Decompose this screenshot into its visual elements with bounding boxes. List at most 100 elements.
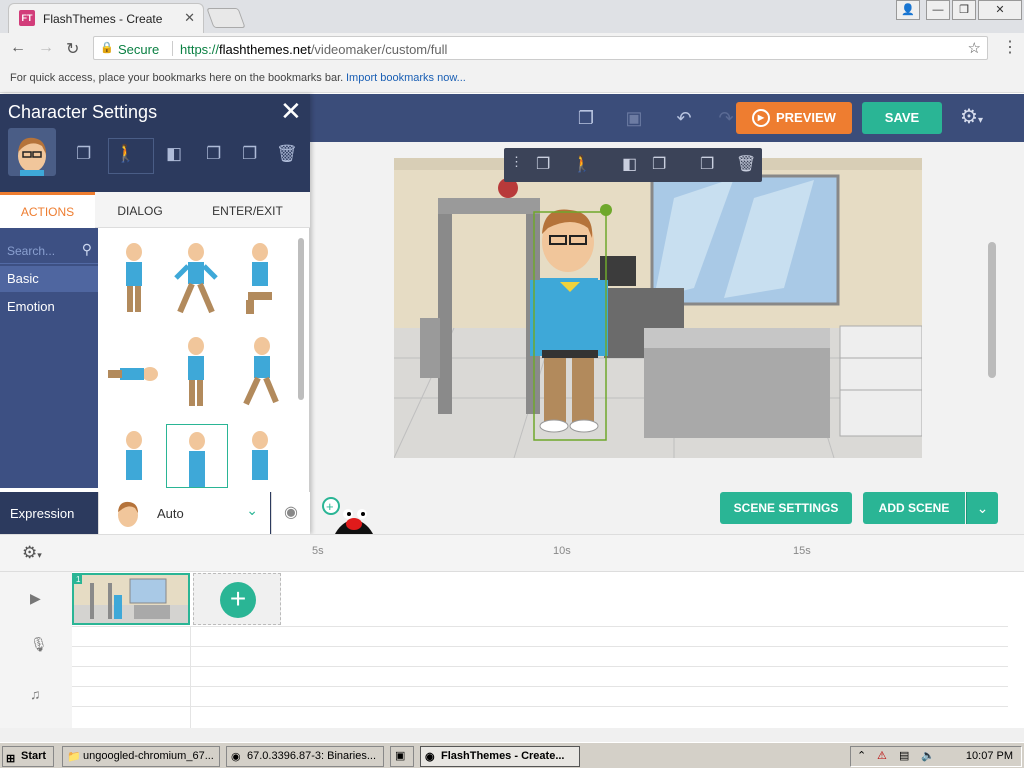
taskbar-label: FlashThemes - Create... — [441, 750, 565, 762]
category-list: Search... ⚲ Basic Emotion — [0, 228, 98, 488]
restore-icon[interactable]: ❐ — [952, 0, 976, 20]
chevron-down-icon[interactable]: ⌄ — [966, 492, 998, 524]
start-button[interactable]: ⊞ Start — [2, 746, 54, 767]
folder-icon: 📁 — [67, 751, 81, 763]
copy-icon[interactable]: ❐ — [206, 144, 221, 164]
scene-number: 1 — [74, 575, 83, 584]
action-thumbnail[interactable] — [232, 332, 288, 412]
scene-thumbnail[interactable]: 1 — [72, 573, 190, 625]
reload-icon[interactable]: ↻ — [66, 39, 79, 59]
bookmark-star-icon[interactable]: ☆ — [968, 39, 981, 57]
swap-character-icon[interactable]: ❐ — [76, 144, 91, 164]
url-text: https://flashthemes.net/videomaker/custo… — [180, 42, 447, 57]
settings-gear-icon[interactable]: ⚙▾ — [960, 104, 983, 129]
menu-icon[interactable]: ⋮ — [1002, 37, 1018, 57]
url-host: flashthemes.net — [219, 42, 311, 57]
bookmarks-bar: For quick access, place your bookmarks h… — [0, 63, 1024, 93]
taskbar-item-media[interactable]: ▣ — [390, 746, 414, 767]
action-thumbnail[interactable] — [106, 332, 162, 412]
start-label: Start — [21, 750, 47, 762]
timeline-scrollbar[interactable] — [0, 728, 1024, 742]
scene-thumbnail-image — [74, 575, 188, 623]
taskbar-item-chrome[interactable]: ◉ 67.0.3396.87-3: Binaries... — [226, 746, 384, 767]
import-bookmarks-link[interactable]: Import bookmarks now... — [346, 72, 466, 84]
action-thumbnail[interactable] — [232, 238, 288, 318]
minimize-icon[interactable]: — — [926, 0, 950, 20]
tray-expand-icon[interactable]: ⌃ — [857, 749, 866, 762]
close-tab-icon[interactable]: ✕ — [184, 10, 195, 26]
tab-actions[interactable]: ACTIONS — [0, 192, 95, 228]
music-icon: ♫ — [30, 686, 41, 702]
action-thumbnail[interactable] — [232, 426, 288, 488]
close-icon[interactable]: ✕ — [280, 96, 302, 127]
taskbar-item-folder[interactable]: 📁 ungoogled-chromium_67... — [62, 746, 220, 767]
profile-icon[interactable]: 👤 — [896, 0, 920, 20]
back-icon[interactable]: ← — [10, 39, 26, 57]
walk-action-button[interactable]: 🚶 — [108, 138, 154, 174]
character-settings-panel: Character Settings ✕ ❐ 🚶 ◧ ❐ ❐ 🗑 ACTIONS… — [0, 94, 310, 534]
action-thumbnail-selected[interactable] — [166, 424, 228, 488]
windows-logo-icon: ⊞ — [6, 753, 16, 765]
action-thumbnail[interactable] — [106, 238, 162, 318]
walk-icon[interactable]: 🚶 — [572, 154, 592, 174]
copy-icon[interactable]: ❐ — [566, 94, 606, 142]
action-thumbnail[interactable] — [106, 426, 162, 488]
browser-tab-strip: FT FlashThemes - Create ✕ 👤 — ❐ ✕ — [0, 0, 1024, 33]
volume-icon[interactable]: 🔈 — [921, 749, 935, 762]
tab-dialog[interactable]: DIALOG — [95, 192, 185, 228]
category-basic[interactable]: Basic — [0, 266, 98, 292]
expression-value: Auto — [157, 506, 184, 521]
network-icon[interactable]: ⚠ — [877, 749, 887, 762]
preview-button[interactable]: ▶ PREVIEW — [736, 102, 852, 134]
add-scene-slot[interactable]: + — [193, 573, 281, 625]
category-emotion[interactable]: Emotion — [0, 294, 98, 320]
url-prefix: https:// — [180, 42, 220, 57]
new-tab-button[interactable] — [206, 8, 246, 28]
battery-icon[interactable]: ▤ — [899, 749, 909, 762]
undo-icon[interactable]: ↶ — [664, 94, 704, 142]
timeline-ruler: ⚙▾ 5s 10s 15s — [0, 534, 1024, 572]
url-path: /videomaker/custom/full — [310, 42, 448, 57]
action-thumbnail[interactable] — [168, 332, 224, 412]
close-window-icon[interactable]: ✕ — [978, 0, 1022, 20]
action-grid-scrollbar[interactable] — [298, 238, 304, 400]
action-thumbnail[interactable] — [168, 238, 224, 318]
walk-icon: 🚶 — [115, 144, 137, 163]
scene-illustration — [394, 158, 922, 458]
browser-tab[interactable]: FT FlashThemes - Create ✕ — [8, 3, 204, 33]
address-bar[interactable]: 🔒 Secure https://flashthemes.net/videoma… — [93, 36, 988, 60]
add-scene-button[interactable]: ADD SCENE — [863, 492, 965, 524]
eye-icon[interactable]: ◉ — [271, 492, 310, 534]
action-grid — [98, 228, 298, 488]
system-tray: ⌃ ⚠ ▤ 🔈 10:07 PM — [850, 746, 1022, 767]
swap-character-icon[interactable]: ❐ — [536, 154, 550, 174]
divider — [72, 686, 1008, 687]
browser-toolbar: ← → ↻ 🔒 Secure https://flashthemes.net/v… — [0, 33, 1024, 63]
tick-label: 10s — [553, 545, 571, 557]
flip-icon[interactable]: ◧ — [622, 154, 637, 174]
paste-icon[interactable]: ▣ — [614, 94, 654, 142]
scene-settings-button[interactable]: SCENE SETTINGS — [720, 492, 852, 524]
stage-scrollbar[interactable] — [988, 242, 996, 378]
save-button[interactable]: SAVE — [862, 102, 942, 134]
copy-icon[interactable]: ❐ — [652, 154, 666, 174]
clock: 10:07 PM — [965, 750, 1013, 762]
character-avatar[interactable] — [8, 128, 56, 176]
scene-canvas[interactable] — [394, 158, 922, 458]
duplicate-icon[interactable]: ❐ — [700, 154, 714, 174]
taskbar-item-flashthemes[interactable]: ◉ FlashThemes - Create... — [420, 746, 580, 767]
forward-icon[interactable]: → — [38, 39, 54, 57]
duplicate-icon[interactable]: ❐ — [242, 144, 257, 164]
tab-enter-exit[interactable]: ENTER/EXIT — [185, 192, 310, 228]
add-icon[interactable]: + — [220, 582, 256, 618]
trash-icon[interactable]: 🗑 — [276, 144, 298, 164]
search-input[interactable]: Search... ⚲ — [0, 238, 98, 264]
flip-icon[interactable]: ◧ — [166, 144, 182, 164]
trash-icon[interactable]: 🗑 — [736, 154, 756, 174]
svg-text:+: + — [326, 499, 334, 514]
character-quick-toolbar: ⋮ ❐ 🚶 ◧ ❐ ❐ 🗑 — [504, 148, 762, 182]
timeline-settings-icon[interactable]: ⚙▾ — [22, 543, 42, 563]
search-placeholder: Search... — [7, 244, 56, 258]
expression-select[interactable]: Auto ⌄ — [98, 492, 270, 534]
drag-handle-icon[interactable]: ⋮ — [510, 154, 523, 170]
